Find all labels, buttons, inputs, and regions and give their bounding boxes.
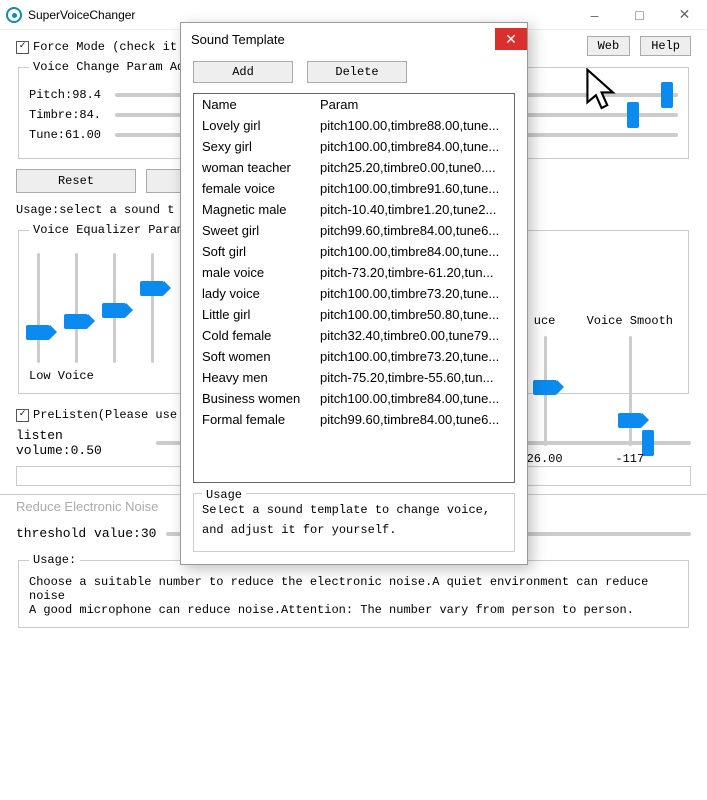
eq-slider-1[interactable] [29, 253, 47, 363]
listen-volume-label: listen volume:0.50 [16, 428, 156, 458]
table-row[interactable]: Soft womenpitch100.00,timbre73.20,tune..… [194, 346, 514, 367]
low-voice-label: Low Voice [29, 369, 94, 383]
table-row[interactable]: lady voicepitch100.00,timbre73.20,tune..… [194, 283, 514, 304]
table-row[interactable]: Cold femalepitch32.40,timbre0.00,tune79.… [194, 325, 514, 346]
row-name: Magnetic male [202, 202, 320, 217]
table-row[interactable]: woman teacherpitch25.20,timbre0.00,tune0… [194, 157, 514, 178]
table-row[interactable]: Little girlpitch100.00,timbre50.80,tune.… [194, 304, 514, 325]
window-title: SuperVoiceChanger [28, 8, 572, 22]
row-name: Soft women [202, 349, 320, 364]
row-name: Business women [202, 391, 320, 406]
noise-usage-legend: Usage: [29, 553, 80, 567]
table-row[interactable]: Heavy menpitch-75.20,timbre-55.60,tun... [194, 367, 514, 388]
row-name: Cold female [202, 328, 320, 343]
row-name: Soft girl [202, 244, 320, 259]
checkmark-icon: ✓ [16, 41, 29, 54]
row-param: pitch100.00,timbre84.00,tune... [320, 391, 506, 406]
checkmark-icon: ✓ [16, 409, 29, 422]
minimize-button[interactable]: ‒ [572, 0, 617, 30]
prelisten-label: PreListen(Please use [33, 408, 177, 422]
timbre-label: Timbre:84. [29, 108, 115, 122]
row-name: Lovely girl [202, 118, 320, 133]
row-param: pitch-73.20,timbre-61.20,tun... [320, 265, 506, 280]
template-table: Name Param Lovely girlpitch100.00,timbre… [193, 93, 515, 483]
cursor-icon [586, 68, 620, 114]
row-name: male voice [202, 265, 320, 280]
row-param: pitch99.60,timbre84.00,tune6... [320, 412, 506, 427]
right-col1-footer: 26.00 [527, 452, 563, 466]
tune-label: Tune:61.00 [29, 128, 115, 142]
close-button[interactable]: ✕ [662, 0, 707, 30]
voice-change-legend: Voice Change Param Adj [29, 60, 195, 74]
table-row[interactable]: Soft girlpitch100.00,timbre84.00,tune... [194, 241, 514, 262]
row-name: woman teacher [202, 160, 320, 175]
noise-usage-line2: A good microphone can reduce noise.Atten… [29, 603, 678, 617]
dialog-usage-legend: Usage [202, 485, 246, 505]
right-col1-header: uce [534, 314, 556, 328]
column-header-name[interactable]: Name [202, 97, 320, 112]
dialog-usage-line2: and adjust it for yourself. [202, 520, 506, 540]
eq-slider-3[interactable] [105, 253, 123, 363]
right-col2-footer: -117 [615, 452, 644, 466]
row-param: pitch25.20,timbre0.00,tune0.... [320, 160, 506, 175]
add-button[interactable]: Add [193, 61, 293, 83]
row-name: Sexy girl [202, 139, 320, 154]
row-name: female voice [202, 181, 320, 196]
app-icon [6, 7, 22, 23]
threshold-label: threshold value:30 [16, 526, 166, 541]
dialog-titlebar: Sound Template ✕ [181, 23, 527, 55]
web-button[interactable]: Web [587, 36, 631, 56]
eq-slider-4[interactable] [143, 253, 161, 363]
sound-template-dialog: Sound Template ✕ Add Delete Name Param L… [180, 22, 528, 565]
row-name: Little girl [202, 307, 320, 322]
row-param: pitch100.00,timbre50.80,tune... [320, 307, 506, 322]
table-row[interactable]: male voicepitch-73.20,timbre-61.20,tun..… [194, 262, 514, 283]
row-param: pitch100.00,timbre84.00,tune... [320, 139, 506, 154]
noise-usage-line1: Choose a suitable number to reduce the e… [29, 575, 678, 603]
maximize-button[interactable]: □ [617, 0, 662, 30]
table-row[interactable]: Sexy girlpitch100.00,timbre84.00,tune... [194, 136, 514, 157]
reset-button[interactable]: Reset [16, 169, 136, 193]
row-name: Heavy men [202, 370, 320, 385]
row-param: pitch-75.20,timbre-55.60,tun... [320, 370, 506, 385]
force-mode-label: Force Mode (check it [33, 40, 177, 54]
row-name: Sweet girl [202, 223, 320, 238]
right-col2-header: Voice Smooth [587, 314, 673, 328]
row-param: pitch100.00,timbre91.60,tune... [320, 181, 506, 196]
pitch-label: Pitch:98.4 [29, 88, 115, 102]
row-param: pitch100.00,timbre84.00,tune... [320, 244, 506, 259]
equalizer-legend: Voice Equalizer Param [29, 223, 188, 237]
row-param: pitch100.00,timbre73.20,tune... [320, 349, 506, 364]
table-row[interactable]: Business womenpitch100.00,timbre84.00,tu… [194, 388, 514, 409]
right-eq-slider-2[interactable] [621, 336, 639, 446]
row-param: pitch32.40,timbre0.00,tune79... [320, 328, 506, 343]
dialog-usage-line1: Select a sound template to change voice, [202, 500, 506, 520]
dialog-close-button[interactable]: ✕ [495, 28, 527, 50]
table-row[interactable]: Formal femalepitch99.60,timbre84.00,tune… [194, 409, 514, 430]
dialog-title: Sound Template [191, 32, 285, 47]
right-eq-columns: uce 26.00 Voice Smooth -117 [527, 314, 673, 466]
dialog-usage-group: Usage Select a sound template to change … [193, 493, 515, 552]
table-row[interactable]: Magnetic malepitch-10.40,timbre1.20,tune… [194, 199, 514, 220]
column-header-param[interactable]: Param [320, 97, 506, 112]
row-param: pitch-10.40,timbre1.20,tune2... [320, 202, 506, 217]
row-param: pitch99.60,timbre84.00,tune6... [320, 223, 506, 238]
help-button[interactable]: Help [640, 36, 691, 56]
table-row[interactable]: Sweet girlpitch99.60,timbre84.00,tune6..… [194, 220, 514, 241]
row-param: pitch100.00,timbre88.00,tune... [320, 118, 506, 133]
row-param: pitch100.00,timbre73.20,tune... [320, 286, 506, 301]
table-row[interactable]: female voicepitch100.00,timbre91.60,tune… [194, 178, 514, 199]
table-row[interactable]: Lovely girlpitch100.00,timbre88.00,tune.… [194, 115, 514, 136]
delete-button[interactable]: Delete [307, 61, 407, 83]
row-name: lady voice [202, 286, 320, 301]
eq-slider-2[interactable] [67, 253, 85, 363]
right-eq-slider-1[interactable] [536, 336, 554, 446]
row-name: Formal female [202, 412, 320, 427]
